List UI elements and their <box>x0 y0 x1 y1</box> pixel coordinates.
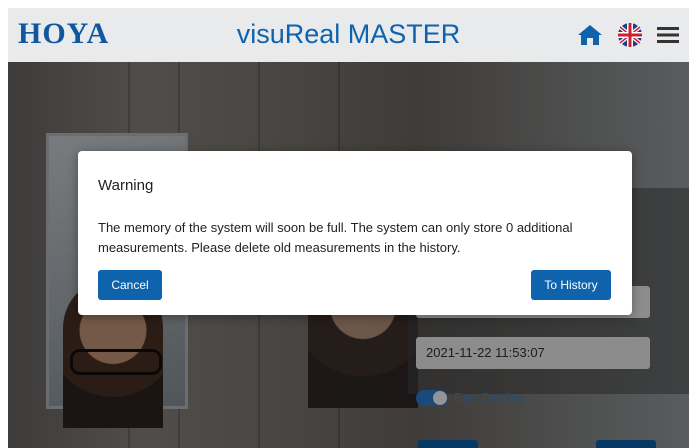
to-history-button[interactable]: To History <box>531 270 611 300</box>
uk-flag-icon[interactable] <box>617 22 643 48</box>
warning-dialog: Warning The memory of the system will so… <box>78 151 632 315</box>
home-icon[interactable] <box>577 24 603 46</box>
app-header: HOYA visuReal MASTER <box>8 8 689 63</box>
app-frame: HOYA visuReal MASTER 2021-11-22 11:53:07… <box>8 8 689 448</box>
menu-icon[interactable] <box>657 25 679 45</box>
cancel-button[interactable]: Cancel <box>98 270 162 300</box>
dialog-message: The memory of the system will soon be fu… <box>98 220 573 255</box>
header-icons <box>577 22 679 48</box>
dialog-title: Warning <box>98 177 154 194</box>
